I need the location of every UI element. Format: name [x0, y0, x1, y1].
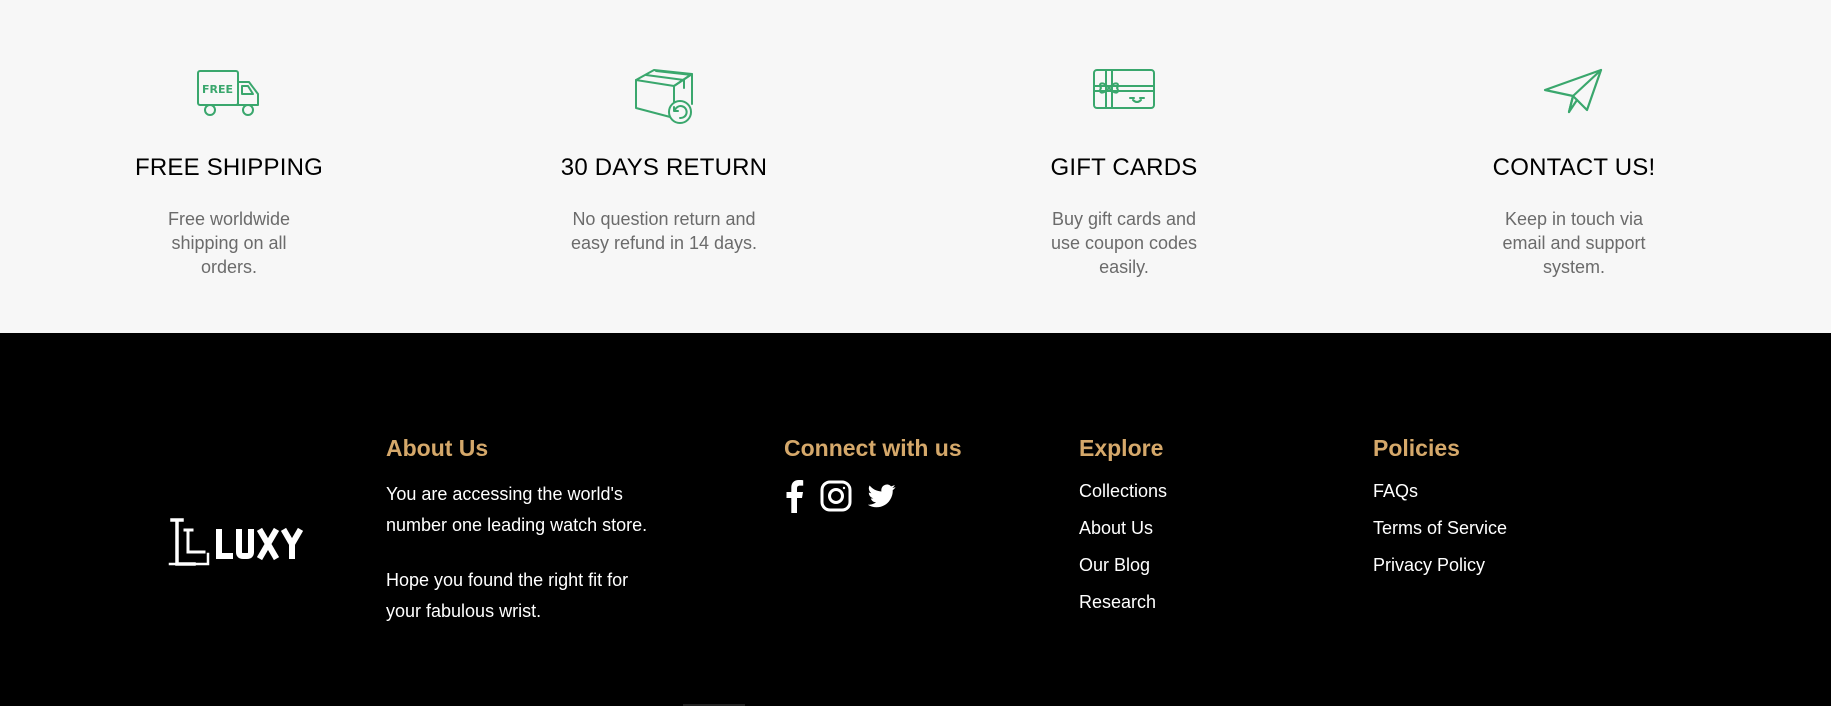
explore-column: Explore Collections About Us Our Blog Re… [1079, 433, 1279, 627]
paper-plane-icon [1444, 66, 1704, 126]
feature-title: CONTACT US! [1492, 154, 1656, 181]
free-shipping-truck-icon: FREE [99, 66, 359, 126]
svg-text:FREE: FREE [202, 83, 233, 96]
footer-link-collections[interactable]: Collections [1079, 479, 1279, 503]
policies-heading: Policies [1373, 435, 1460, 461]
about-us-column: About Us You are accessing the world's n… [386, 433, 706, 627]
about-us-text-2: Hope you found the right fit for your fa… [386, 570, 629, 621]
explore-links: Collections About Us Our Blog Research [1079, 479, 1279, 614]
feature-description: Free worldwide shipping on all orders. [167, 209, 291, 277]
footer-link-faqs[interactable]: FAQs [1373, 479, 1593, 503]
feature-description: Keep in touch via email and support syst… [1502, 209, 1646, 277]
connect-column: Connect with us [784, 433, 1014, 518]
features-section: FREE FREE SHIPPING Free worldwide shippi… [0, 0, 1831, 333]
instagram-icon[interactable] [820, 480, 852, 517]
footer-link-privacy-policy[interactable]: Privacy Policy [1373, 553, 1593, 577]
feature-description: No question return and easy refund in 14… [570, 209, 758, 253]
footer-link-terms-of-service[interactable]: Terms of Service [1373, 516, 1593, 540]
gift-card-icon [994, 66, 1254, 126]
feature-title: 30 DAYS RETURN [560, 154, 768, 181]
footer-link-about-us[interactable]: About Us [1079, 516, 1279, 540]
lluxy-logo[interactable] [168, 516, 320, 572]
connect-heading: Connect with us [784, 435, 962, 461]
feature-description: Buy gift cards and use coupon codes easi… [1050, 209, 1198, 277]
feature-title: FREE SHIPPING [135, 154, 323, 181]
footer-link-research[interactable]: Research [1079, 590, 1279, 614]
twitter-icon[interactable] [867, 484, 896, 513]
about-us-text-1: You are accessing the world's number one… [386, 484, 648, 535]
explore-heading: Explore [1079, 435, 1164, 461]
return-box-icon [534, 66, 794, 126]
about-us-heading: About Us [386, 435, 489, 461]
footer-link-our-blog[interactable]: Our Blog [1079, 553, 1279, 577]
social-links [784, 479, 1014, 518]
feature-title: GIFT CARDS [1050, 154, 1198, 181]
policies-column: Policies FAQs Terms of Service Privacy P… [1373, 433, 1593, 590]
site-footer: About Us You are accessing the world's n… [0, 333, 1831, 706]
policies-links: FAQs Terms of Service Privacy Policy [1373, 479, 1593, 577]
facebook-icon[interactable] [784, 479, 804, 518]
